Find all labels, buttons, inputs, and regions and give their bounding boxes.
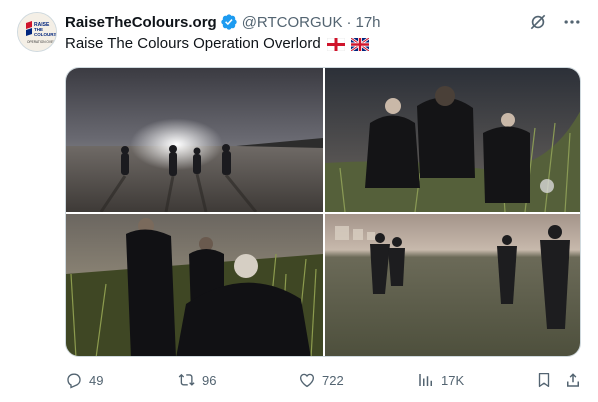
repost-icon [178,373,195,386]
grok-icon [530,14,546,30]
photo-3[interactable] [66,214,323,356]
union-jack-icon [350,37,369,51]
author-handle[interactable]: @RTCORGUK [242,14,343,31]
tweet-text: Raise The Colours Operation Overlord [65,34,369,54]
top-actions [528,12,582,32]
verified-badge-icon [221,14,237,30]
tweet-timestamp[interactable]: 17h [356,14,381,31]
more-dots-icon [564,20,580,24]
more-options-button[interactable] [562,12,582,32]
svg-text:COLOURS: COLOURS [34,32,57,37]
share-icon [567,373,579,387]
like-button[interactable]: 722 [298,369,344,391]
author-name[interactable]: RaiseTheColours.org [65,14,217,31]
media-grid [65,67,581,357]
tweet-text-body: Raise The Colours Operation Overlord [65,35,321,52]
tweet-actions: 49 96 722 17K [65,369,581,391]
photo-2[interactable] [325,68,580,212]
raise-the-colours-logo-icon: RAISE THE COLOURS OPERATION OVERLORD [18,13,57,51]
england-flag-icon [326,37,345,51]
reply-button[interactable]: 49 [65,369,103,391]
repost-button[interactable]: 96 [178,369,216,391]
avatar[interactable]: RAISE THE COLOURS OPERATION OVERLORD [17,12,57,52]
separator-dot: · [346,13,352,31]
share-button[interactable] [564,369,582,391]
reply-count: 49 [89,372,104,388]
bookmark-icon [538,372,550,388]
bookmark-button[interactable] [535,369,553,391]
view-count: 17K [441,372,465,388]
tweet-card[interactable]: RAISE THE COLOURS OPERATION OVERLORD Rai… [0,0,598,402]
grok-button[interactable] [528,12,548,32]
svg-text:OPERATION OVERLORD: OPERATION OVERLORD [27,40,57,44]
like-count: 722 [322,372,344,388]
repost-count: 96 [202,372,217,388]
reply-icon [67,373,81,389]
views-chart-icon [419,374,432,386]
photo-1[interactable] [66,68,323,212]
heart-icon [299,373,315,388]
tweet-header: RaiseTheColours.org @RTCORGUK · 17h [65,12,381,32]
photo-4[interactable] [325,214,580,356]
views-button[interactable]: 17K [417,369,464,391]
